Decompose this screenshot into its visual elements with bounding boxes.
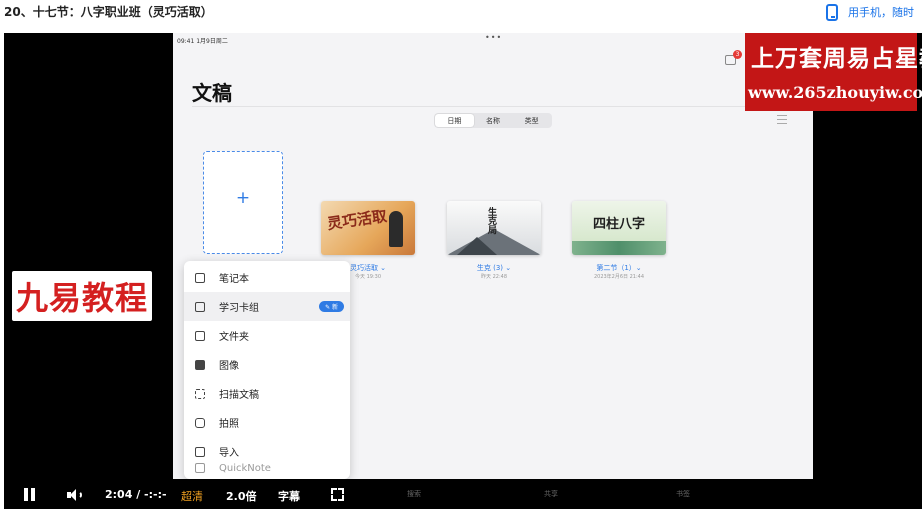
menu-item-label: 笔记本: [219, 274, 249, 285]
menu-item-study-cards: 学习卡组 ✎ 新: [184, 292, 350, 321]
menu-item-label: QuickNote: [219, 463, 271, 474]
menu-item-folder: 文件夹: [184, 321, 350, 350]
watermark-line2: www.265zhouyiw.com: [748, 83, 922, 102]
document-meta: 昨天 22:48: [481, 274, 507, 280]
divider: [192, 106, 747, 107]
menu-item-label: 文件夹: [219, 332, 249, 343]
document-name: 第二节（1）⌄: [596, 264, 642, 272]
document-thumbnail: 生克局: [447, 201, 541, 255]
sort-tab-name: 名称: [486, 116, 500, 125]
menu-item-label: 图像: [219, 361, 239, 372]
tabbar-item: 搜索: [407, 490, 421, 498]
document-thumbnail: 灵巧活取: [321, 201, 415, 255]
speed-button[interactable]: 2.0倍: [226, 488, 257, 504]
document-meta: 2023年2月6日 21:44: [593, 274, 645, 280]
menu-item-notebook: 笔记本: [184, 263, 350, 292]
hills-shape: [572, 241, 666, 255]
sort-tab-type: 类型: [524, 116, 539, 125]
quality-button[interactable]: 超清: [181, 488, 203, 504]
menu-item-label: 拍照: [219, 419, 239, 430]
watermark-line1: 上万套周易占星教程: [751, 45, 922, 72]
menu-item-quicknote: QuickNote: [184, 463, 350, 479]
menu-item-import: 导入: [184, 437, 350, 466]
thumbnail-title: 四柱八字: [592, 217, 645, 232]
player-controls: 2:04 / -:-:- 超清 2.0倍 字幕 搜索 共享 书签: [4, 480, 922, 509]
camera-icon: [195, 417, 205, 428]
watermark-right: 上万套周易占星教程 www.265zhouyiw.com: [745, 33, 922, 111]
image-icon: [195, 359, 205, 370]
new-document-card: +: [203, 151, 283, 254]
tabbar-item: 书签: [676, 490, 690, 498]
menu-item-image: 图像: [184, 350, 350, 379]
mountain-shape: [457, 237, 497, 255]
menu-item-scan: 扫描文稿: [184, 379, 350, 408]
sort-segmented-control: 日期 名称 类型: [434, 113, 552, 128]
pause-icon[interactable]: [24, 488, 35, 501]
menu-item-label: 导入: [219, 448, 239, 459]
time-display: 2:04 / -:-:-: [105, 488, 167, 501]
page-header: 20、十七节：八字职业班（灵巧活取） 用手机，随时: [0, 0, 922, 24]
plus-icon: +: [235, 188, 251, 208]
figure-shape: [389, 211, 403, 247]
menu-item-camera: 拍照: [184, 408, 350, 437]
phone-link-text[interactable]: 用手机，随时: [848, 4, 914, 20]
phone-link[interactable]: 用手机，随时: [826, 3, 914, 21]
notebook-icon: [195, 272, 205, 283]
folder-icon: [195, 330, 205, 341]
new-item-menu: 笔记本 学习卡组 ✎ 新 文件夹 图像 扫描文稿 拍照 导入 QuickNote: [184, 261, 350, 479]
import-icon: [195, 446, 205, 457]
notification-badge: 3: [733, 50, 742, 59]
docs-heading: 文稿: [192, 81, 232, 105]
sort-tab-date: 日期: [435, 114, 474, 127]
fullscreen-icon[interactable]: [331, 488, 344, 501]
quicknote-icon: [195, 463, 205, 473]
page-title: 20、十七节：八字职业班（灵巧活取）: [4, 5, 213, 19]
phone-icon: [826, 3, 838, 21]
watermark-left: 九易教程: [12, 271, 153, 321]
status-time: 09:41 1月9日周二: [177, 38, 228, 45]
menu-item-label: 扫描文稿: [219, 390, 259, 401]
volume-icon[interactable]: [67, 489, 85, 501]
cards-icon: [195, 301, 205, 312]
thumbnail-title: 生克局: [486, 207, 496, 234]
document-name: 生克 (3) ⌄: [476, 264, 512, 272]
list-view-icon: [777, 115, 787, 124]
document-thumbnail: 四柱八字: [572, 201, 666, 255]
subtitles-button[interactable]: 字幕: [278, 488, 300, 504]
tabbar-item: 共享: [544, 490, 558, 498]
thumbnail-title: 灵巧活取: [326, 206, 389, 234]
scan-icon: [195, 388, 205, 399]
menu-item-label: 学习卡组: [219, 303, 259, 314]
status-dots: •••: [485, 33, 503, 42]
new-badge: ✎ 新: [319, 301, 344, 312]
